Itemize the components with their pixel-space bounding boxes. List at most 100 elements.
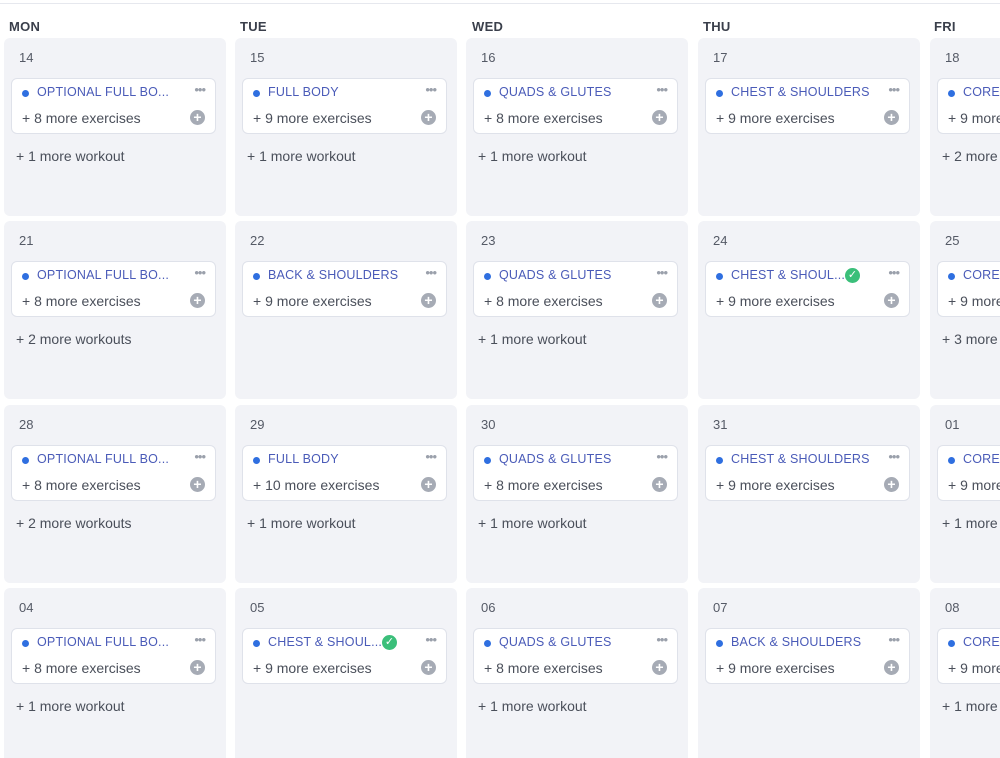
- day-cell[interactable]: 17 CHEST & SHOULDERS ••• + + 9 more exercise…: [698, 38, 920, 216]
- workout-title[interactable]: OPTIONAL FULL BO...: [37, 635, 169, 649]
- workout-title[interactable]: QUADS & GLUTES: [499, 635, 612, 649]
- workout-card[interactable]: CHEST & SHOULDERS ••• + + 9 more exercises: [705, 445, 910, 501]
- workout-card[interactable]: OPTIONAL FULL BO... ••• + + 8 more exercise…: [11, 628, 216, 684]
- day-cell[interactable]: 29 FULL BODY ••• + + 10 more exercises + 1 mo…: [235, 405, 457, 583]
- more-exercises-link[interactable]: + 9 more exercises: [716, 660, 835, 676]
- workout-card[interactable]: CHEST & SHOUL... ✓ ••• + + 9 more exercises: [705, 261, 910, 317]
- plus-circle-icon[interactable]: +: [421, 293, 436, 308]
- plus-circle-icon[interactable]: +: [190, 660, 205, 675]
- day-cell[interactable]: 28 OPTIONAL FULL BO... ••• + + 8 more exerci…: [4, 405, 226, 583]
- more-workouts-link[interactable]: + 1 more: [942, 698, 998, 714]
- more-workouts-link[interactable]: + 2 more workouts: [16, 331, 132, 347]
- plus-circle-icon[interactable]: +: [421, 477, 436, 492]
- more-horizontal-icon[interactable]: •••: [656, 265, 668, 280]
- more-workouts-link[interactable]: + 1 more workout: [247, 515, 356, 531]
- plus-circle-icon[interactable]: +: [884, 293, 899, 308]
- workout-card[interactable]: BACK & SHOULDERS ••• + + 9 more exercises: [242, 261, 447, 317]
- more-workouts-link[interactable]: + 2 more workouts: [16, 515, 132, 531]
- workout-title[interactable]: QUADS & GLUTES: [499, 268, 612, 282]
- more-workouts-link[interactable]: + 1 more workout: [478, 698, 587, 714]
- day-cell[interactable]: 15 FULL BODY ••• + + 9 more exercises + 1 mor…: [235, 38, 457, 216]
- workout-card[interactable]: OPTIONAL FULL BO... ••• + + 8 more exercise…: [11, 78, 216, 134]
- more-workouts-link[interactable]: + 1 more workout: [478, 148, 587, 164]
- more-workouts-link[interactable]: + 1 more workout: [16, 698, 125, 714]
- more-workouts-link[interactable]: + 1 more workout: [478, 331, 587, 347]
- workout-title[interactable]: CORE &: [963, 452, 1000, 466]
- more-exercises-link[interactable]: + 8 more exercises: [484, 110, 603, 126]
- day-cell[interactable]: 05 CHEST & SHOUL... ✓ ••• + + 9 more exercise…: [235, 588, 457, 758]
- more-exercises-link[interactable]: + 8 more exercises: [484, 660, 603, 676]
- more-exercises-link[interactable]: + 8 more exercises: [22, 110, 141, 126]
- more-workouts-link[interactable]: + 1 more workout: [16, 148, 125, 164]
- day-cell[interactable]: 18 CORE + 9 more + 2 more: [930, 38, 1000, 216]
- workout-title[interactable]: CORE &: [963, 635, 1000, 649]
- more-exercises-link[interactable]: + 9 more exercises: [716, 293, 835, 309]
- more-exercises-link[interactable]: + 9 more exercises: [716, 477, 835, 493]
- more-horizontal-icon[interactable]: •••: [656, 82, 668, 97]
- day-cell[interactable]: 08 CORE & + 9 more + 1 more: [930, 588, 1000, 758]
- more-horizontal-icon[interactable]: •••: [194, 265, 206, 280]
- workout-card[interactable]: CORE & + 9 more: [937, 628, 1000, 684]
- plus-circle-icon[interactable]: +: [190, 293, 205, 308]
- plus-circle-icon[interactable]: +: [884, 477, 899, 492]
- workout-card[interactable]: OPTIONAL FULL BO... ••• + + 8 more exercise…: [11, 445, 216, 501]
- more-horizontal-icon[interactable]: •••: [194, 82, 206, 97]
- day-cell[interactable]: 04 OPTIONAL FULL BO... ••• + + 8 more exerci…: [4, 588, 226, 758]
- workout-card[interactable]: BACK & SHOULDERS ••• + + 9 more exercises: [705, 628, 910, 684]
- more-exercises-link[interactable]: + 8 more exercises: [484, 293, 603, 309]
- workout-title[interactable]: OPTIONAL FULL BO...: [37, 452, 169, 466]
- more-horizontal-icon[interactable]: •••: [656, 632, 668, 647]
- workout-title[interactable]: QUADS & GLUTES: [499, 85, 612, 99]
- plus-circle-icon[interactable]: +: [190, 110, 205, 125]
- day-cell[interactable]: 24 CHEST & SHOUL... ✓ ••• + + 9 more exercise…: [698, 221, 920, 399]
- more-exercises-link[interactable]: + 9 more: [948, 660, 1000, 676]
- more-workouts-link[interactable]: + 3 more: [942, 331, 998, 347]
- more-horizontal-icon[interactable]: •••: [425, 632, 437, 647]
- workout-card[interactable]: QUADS & GLUTES ••• + + 8 more exercises: [473, 445, 678, 501]
- more-exercises-link[interactable]: + 9 more exercises: [253, 660, 372, 676]
- plus-circle-icon[interactable]: +: [652, 110, 667, 125]
- more-exercises-link[interactable]: + 8 more exercises: [22, 293, 141, 309]
- more-horizontal-icon[interactable]: •••: [888, 449, 900, 464]
- more-horizontal-icon[interactable]: •••: [425, 449, 437, 464]
- workout-card[interactable]: OPTIONAL FULL BO... ••• + + 8 more exercise…: [11, 261, 216, 317]
- more-exercises-link[interactable]: + 9 more: [948, 110, 1000, 126]
- plus-circle-icon[interactable]: +: [652, 660, 667, 675]
- workout-card[interactable]: FULL BODY ••• + + 10 more exercises: [242, 445, 447, 501]
- more-horizontal-icon[interactable]: •••: [888, 82, 900, 97]
- more-exercises-link[interactable]: + 9 more exercises: [253, 293, 372, 309]
- workout-title[interactable]: CORE: [963, 85, 1000, 99]
- workout-title[interactable]: BACK & SHOULDERS: [731, 635, 861, 649]
- more-horizontal-icon[interactable]: •••: [888, 632, 900, 647]
- plus-circle-icon[interactable]: +: [421, 110, 436, 125]
- more-workouts-link[interactable]: + 1 more workout: [478, 515, 587, 531]
- plus-circle-icon[interactable]: +: [884, 660, 899, 675]
- workout-title[interactable]: CHEST & SHOUL...: [268, 635, 382, 649]
- day-cell[interactable]: 22 BACK & SHOULDERS ••• + + 9 more exercises: [235, 221, 457, 399]
- more-workouts-link[interactable]: + 1 more: [942, 515, 998, 531]
- day-cell[interactable]: 31 CHEST & SHOULDERS ••• + + 9 more exercise…: [698, 405, 920, 583]
- workout-title[interactable]: OPTIONAL FULL BO...: [37, 85, 169, 99]
- more-exercises-link[interactable]: + 8 more exercises: [484, 477, 603, 493]
- workout-title[interactable]: FULL BODY: [268, 452, 339, 466]
- workout-title[interactable]: CHEST & SHOULDERS: [731, 452, 870, 466]
- more-horizontal-icon[interactable]: •••: [425, 265, 437, 280]
- more-exercises-link[interactable]: + 8 more exercises: [22, 660, 141, 676]
- workout-title[interactable]: CORE: [963, 268, 1000, 282]
- more-exercises-link[interactable]: + 9 more exercises: [253, 110, 372, 126]
- workout-card[interactable]: FULL BODY ••• + + 9 more exercises: [242, 78, 447, 134]
- plus-circle-icon[interactable]: +: [190, 477, 205, 492]
- workout-card[interactable]: QUADS & GLUTES ••• + + 8 more exercises: [473, 78, 678, 134]
- day-cell[interactable]: 14 OPTIONAL FULL BO... ••• + + 8 more exerci…: [4, 38, 226, 216]
- day-cell[interactable]: 07 BACK & SHOULDERS ••• + + 9 more exercises: [698, 588, 920, 758]
- more-exercises-link[interactable]: + 9 more: [948, 293, 1000, 309]
- day-cell[interactable]: 30 QUADS & GLUTES ••• + + 8 more exercises + …: [466, 405, 688, 583]
- more-horizontal-icon[interactable]: •••: [194, 632, 206, 647]
- plus-circle-icon[interactable]: +: [421, 660, 436, 675]
- more-horizontal-icon[interactable]: •••: [425, 82, 437, 97]
- more-exercises-link[interactable]: + 8 more exercises: [22, 477, 141, 493]
- workout-title[interactable]: BACK & SHOULDERS: [268, 268, 398, 282]
- more-workouts-link[interactable]: + 1 more workout: [247, 148, 356, 164]
- day-cell[interactable]: 25 CORE + 9 more + 3 more: [930, 221, 1000, 399]
- day-cell[interactable]: 21 OPTIONAL FULL BO... ••• + + 8 more exerci…: [4, 221, 226, 399]
